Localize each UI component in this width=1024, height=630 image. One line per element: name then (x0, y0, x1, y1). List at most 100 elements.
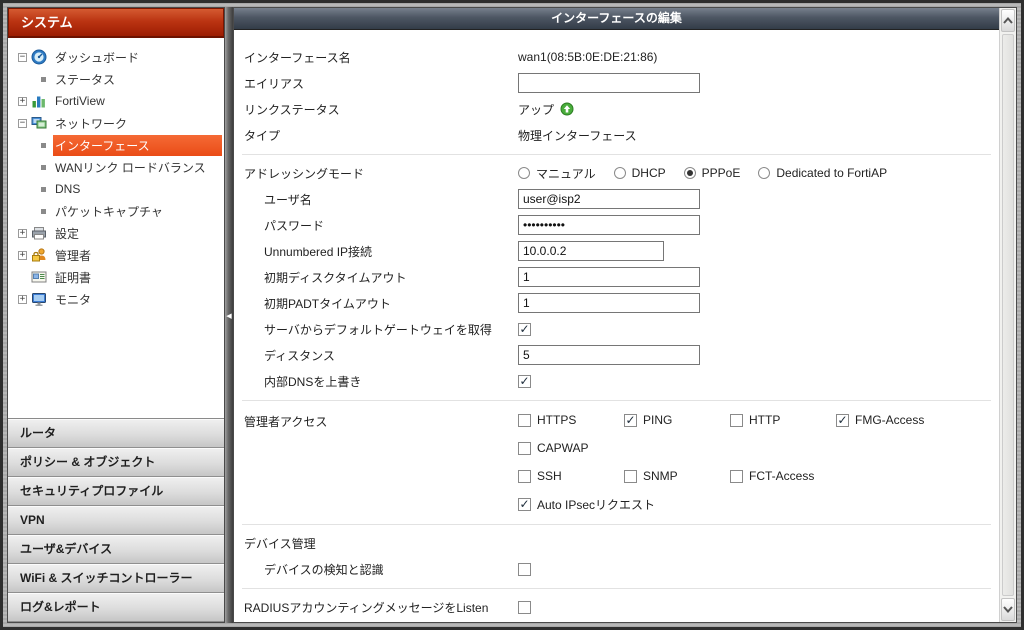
accordion-section[interactable]: WiFi & スイッチコントローラー (8, 564, 224, 593)
admin-access-option: FCT-Access (730, 469, 814, 483)
checkbox[interactable]: ✓ (518, 498, 531, 511)
checkbox[interactable] (730, 414, 743, 427)
app-window: システム −ダッシュボードステータス+FortiView−ネットワークインターフ… (7, 7, 1017, 623)
radio-label: PPPoE (702, 166, 741, 180)
tree-item-label[interactable]: ダッシュボード (53, 47, 145, 68)
link-status-row: リンクステータス アップ (234, 96, 999, 122)
section-separator (242, 524, 991, 525)
link-status-label: リンクステータス (234, 101, 518, 118)
admin-access-checkbox-row: CAPWAP (518, 434, 924, 462)
interface-name-row: インターフェース名 wan1(08:5B:0E:DE:21:86) (234, 44, 999, 70)
admin-access-label: 管理者アクセス (234, 406, 518, 430)
accordion-section[interactable]: ログ&レポート (8, 593, 224, 622)
radius-listen-checkbox[interactable] (518, 601, 531, 614)
interface-name-label: インターフェース名 (234, 49, 518, 66)
type-label: タイプ (234, 127, 518, 144)
tree-item-label[interactable]: ネットワーク (53, 113, 133, 134)
username-row: ユーザ名 (234, 186, 999, 212)
radius-listen-label: RADIUSアカウンティングメッセージをListen (234, 599, 518, 616)
device-detect-checkbox[interactable] (518, 563, 531, 576)
tree-item-label[interactable]: 証明書 (53, 267, 97, 288)
scrollbar-thumb[interactable] (1002, 34, 1014, 596)
addressing-mode-label: アドレッシングモード (234, 165, 518, 182)
admin-access-option: HTTPS (518, 413, 624, 427)
admin-access-checkbox-row: HTTPS✓PINGHTTP✓FMG-Access (518, 406, 924, 434)
accordion-section[interactable]: ポリシー & オブジェクト (8, 448, 224, 477)
expand-toggle-icon[interactable]: + (18, 229, 27, 238)
default-gateway-checkbox[interactable]: ✓ (518, 323, 531, 336)
checkbox-label: HTTPS (537, 413, 576, 427)
checkbox[interactable] (624, 470, 637, 483)
tree-item: − ダッシュボード (16, 46, 224, 68)
checkbox[interactable] (730, 470, 743, 483)
radio-button[interactable] (518, 167, 530, 179)
distance-label: ディスタンス (234, 347, 518, 364)
tree-item-label[interactable]: ステータス (53, 69, 121, 90)
unnumbered-ip-row: Unnumbered IP接続 (234, 238, 999, 264)
expand-toggle-icon[interactable]: + (18, 251, 27, 260)
admin-access-option: ✓ FMG-Access (836, 413, 924, 427)
radio-button[interactable] (758, 167, 770, 179)
checkbox[interactable] (518, 414, 531, 427)
initial-disc-timeout-row: 初期ディスクタイムアウト (234, 264, 999, 290)
bullet-icon (41, 165, 46, 170)
initial-disc-timeout-label: 初期ディスクタイムアウト (234, 269, 518, 286)
override-dns-row: 内部DNSを上書き ✓ (234, 368, 999, 394)
nav-tree: − ダッシュボードステータス + FortiView − ネットワークインターフェースWA… (8, 38, 224, 418)
tree-item-label[interactable]: パケットキャプチャ (53, 201, 169, 222)
tree-item-label[interactable]: DNS (53, 180, 86, 198)
accordion-section[interactable]: ユーザ&デバイス (8, 535, 224, 564)
addressing-mode-option: Dedicated to FortiAP (758, 166, 887, 180)
section-separator (242, 588, 991, 589)
collapse-toggle-icon[interactable]: − (18, 119, 27, 128)
distance-input[interactable] (518, 345, 700, 365)
addressing-mode-option: マニュアル (518, 165, 596, 182)
override-dns-checkbox[interactable]: ✓ (518, 375, 531, 388)
alias-input[interactable] (518, 73, 700, 93)
tree-item-label[interactable]: インターフェース (53, 135, 222, 156)
collapse-sidebar-icon[interactable]: ◀ (225, 307, 233, 327)
expand-toggle-icon[interactable]: + (18, 295, 27, 304)
admin-access-checkbox-grid: HTTPS✓PINGHTTP✓FMG-AccessCAPWAPSSHSNMPFC… (518, 406, 924, 518)
settings-icon (31, 225, 49, 241)
accordion-section[interactable]: VPN (8, 506, 224, 535)
checkbox[interactable] (518, 442, 531, 455)
admin-access-row: 管理者アクセス HTTPS✓PINGHTTP✓FMG-AccessCAPWAPS… (234, 406, 999, 518)
scroll-up-icon[interactable] (1001, 9, 1015, 32)
admin-access-option: SNMP (624, 469, 730, 483)
initial-padt-timeout-label: 初期PADTタイムアウト (234, 295, 518, 312)
monitor-icon (31, 291, 49, 307)
expand-toggle-icon[interactable]: + (18, 97, 27, 106)
admin-icon (31, 247, 49, 263)
sidebar-header-system[interactable]: システム (8, 8, 224, 38)
checkbox[interactable]: ✓ (836, 414, 849, 427)
bullet-icon (41, 77, 46, 82)
tree-item-label[interactable]: WANリンク ロードバランス (53, 157, 212, 178)
username-input[interactable] (518, 189, 700, 209)
tree-item-label[interactable]: 設定 (53, 223, 85, 244)
radio-label: DHCP (632, 166, 666, 180)
device-detect-label: デバイスの検知と認識 (234, 561, 518, 578)
radio-button[interactable] (614, 167, 626, 179)
tree-item-label[interactable]: 管理者 (53, 245, 97, 266)
initial-padt-timeout-input[interactable] (518, 293, 700, 313)
distance-row: ディスタンス (234, 342, 999, 368)
collapse-toggle-icon[interactable]: − (18, 53, 27, 62)
initial-disc-timeout-input[interactable] (518, 267, 700, 287)
tree-item-label[interactable]: FortiView (53, 92, 111, 110)
tree-item: 証明書 (16, 266, 224, 288)
vertical-scrollbar[interactable] (999, 8, 1016, 622)
tree-item-label[interactable]: モニタ (53, 289, 97, 310)
scroll-down-icon[interactable] (1001, 598, 1015, 621)
section-separator (242, 154, 991, 155)
password-input[interactable] (518, 215, 700, 235)
radio-button[interactable] (684, 167, 696, 179)
accordion-section[interactable]: セキュリティプロファイル (8, 477, 224, 506)
checkbox-label: Auto IPsecリクエスト (537, 496, 655, 513)
checkbox[interactable] (518, 470, 531, 483)
checkbox-label: FMG-Access (855, 413, 924, 427)
accordion-section[interactable]: ルータ (8, 419, 224, 448)
sidebar-splitter[interactable]: ◀ (225, 7, 233, 623)
unnumbered-ip-input[interactable] (518, 241, 664, 261)
checkbox[interactable]: ✓ (624, 414, 637, 427)
